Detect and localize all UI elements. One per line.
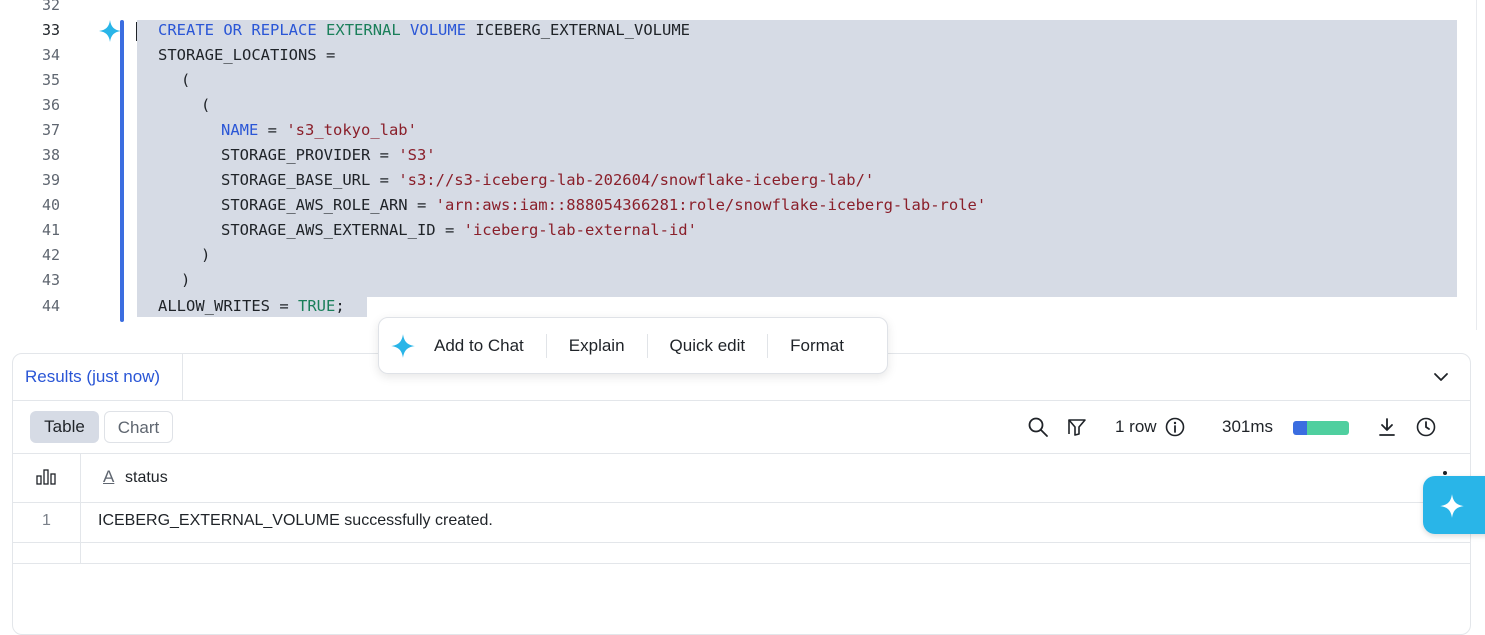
- identifier: STORAGE_AWS_ROLE_ARN =: [221, 196, 436, 214]
- line-number: 32: [41, 0, 60, 14]
- search-icon[interactable]: [1027, 416, 1049, 438]
- identifier: STORAGE_BASE_URL =: [221, 171, 399, 189]
- column-menu-icon[interactable]: [1443, 471, 1447, 475]
- string-literal: 's3://s3-iceberg-lab-202604/snowflake-ic…: [398, 171, 875, 189]
- keyword: REPLACE: [251, 21, 317, 39]
- table-view-toggle[interactable]: Table: [30, 411, 99, 443]
- download-icon[interactable]: [1376, 416, 1398, 438]
- keyword: TRUE: [297, 297, 336, 315]
- history-icon[interactable]: [1415, 416, 1437, 438]
- ai-selection-toolbar: Add to Chat Explain Quick edit Format: [378, 317, 888, 374]
- code-line-34[interactable]: STORAGE_LOCATIONS =: [158, 43, 335, 68]
- row-number: 1: [42, 512, 51, 529]
- code-line-33[interactable]: CREATE OR REPLACE EXTERNAL VOLUME ICEBER…: [158, 18, 690, 43]
- tab-results[interactable]: Results (just now): [13, 354, 183, 400]
- row-count: 1 row: [1115, 417, 1157, 436]
- duration-bar-execute: [1307, 421, 1349, 435]
- line-number: 44: [41, 297, 60, 315]
- identifier: ALLOW_WRITES =: [158, 297, 298, 315]
- results-panel: Results (just now) Table Chart 1 row 301…: [12, 353, 1471, 635]
- text-type-icon: A: [103, 467, 115, 486]
- line-number: 33: [41, 21, 60, 39]
- operator: =: [258, 121, 287, 139]
- line-number: 43: [41, 271, 60, 289]
- identifier: ICEBERG_EXTERNAL_VOLUME: [475, 21, 691, 39]
- info-icon[interactable]: [1164, 416, 1186, 438]
- code-line-44[interactable]: ALLOW_WRITES = TRUE;: [158, 294, 345, 319]
- explain-button[interactable]: Explain: [547, 318, 647, 373]
- code-line-41[interactable]: STORAGE_AWS_EXTERNAL_ID = 'iceberg-lab-e…: [221, 218, 697, 243]
- quick-edit-button[interactable]: Quick edit: [648, 318, 768, 373]
- code-line-40[interactable]: STORAGE_AWS_ROLE_ARN = 'arn:aws:iam::888…: [221, 193, 986, 218]
- string-literal: 'iceberg-lab-external-id': [463, 221, 697, 239]
- filter-icon[interactable]: [1066, 416, 1088, 438]
- chart-view-toggle[interactable]: Chart: [104, 411, 173, 443]
- keyword: EXTERNAL: [326, 21, 401, 39]
- keyword: OR: [223, 21, 243, 39]
- string-literal: 'arn:aws:iam::888054366281:role/snowflak…: [435, 196, 987, 214]
- chevron-down-icon[interactable]: [1432, 368, 1450, 386]
- line-number: 38: [41, 146, 60, 164]
- line-number: 35: [41, 71, 60, 89]
- code-line-39[interactable]: STORAGE_BASE_URL = 's3://s3-iceberg-lab-…: [221, 168, 874, 193]
- code-line-36[interactable]: (: [201, 93, 210, 118]
- format-button[interactable]: Format: [768, 318, 866, 373]
- keyword: CREATE: [158, 21, 214, 39]
- code-line-43[interactable]: ): [181, 268, 190, 293]
- line-number: 42: [41, 246, 60, 264]
- operator: ;: [335, 297, 345, 315]
- editor-right-border: [1476, 0, 1477, 330]
- query-duration: 301ms: [1222, 417, 1274, 436]
- keyword: NAME: [221, 121, 259, 139]
- add-to-chat-button[interactable]: Add to Chat: [434, 318, 546, 373]
- keyword: VOLUME: [410, 21, 467, 39]
- line-number: 41: [41, 221, 60, 239]
- line-number: 37: [41, 121, 60, 139]
- text-cursor: [136, 22, 137, 41]
- table-row-empty: [13, 543, 1470, 564]
- column-header-status[interactable]: status: [125, 469, 168, 487]
- code-line-37[interactable]: NAME = 's3_tokyo_lab': [221, 118, 417, 143]
- line-number: 39: [41, 171, 60, 189]
- sql-editor[interactable]: 32 33 34 35 36 37 38 39 40 41 42 43 44 C…: [0, 0, 1485, 330]
- ai-assistant-button[interactable]: [1423, 476, 1485, 534]
- identifier: STORAGE_PROVIDER =: [221, 146, 399, 164]
- sparkle-icon[interactable]: [98, 19, 122, 43]
- sparkle-icon: [391, 333, 415, 358]
- line-number: 34: [41, 46, 60, 64]
- identifier: STORAGE_AWS_EXTERNAL_ID =: [221, 221, 464, 239]
- column-stats-icon[interactable]: [35, 467, 57, 487]
- string-literal: 'S3': [398, 146, 436, 164]
- selected-block-marker: [120, 20, 124, 322]
- string-literal: 's3_tokyo_lab': [286, 121, 417, 139]
- table-cell-status[interactable]: ICEBERG_EXTERNAL_VOLUME successfully cre…: [98, 512, 493, 530]
- code-line-42[interactable]: ): [201, 243, 210, 268]
- line-number: 36: [41, 96, 60, 114]
- results-grid-header: [13, 453, 1470, 503]
- code-line-38[interactable]: STORAGE_PROVIDER = 'S3': [221, 143, 436, 168]
- sparkle-icon: [1440, 494, 1464, 518]
- line-number: 40: [41, 196, 60, 214]
- duration-bar-compile: [1293, 421, 1307, 435]
- code-line-35[interactable]: (: [181, 68, 190, 93]
